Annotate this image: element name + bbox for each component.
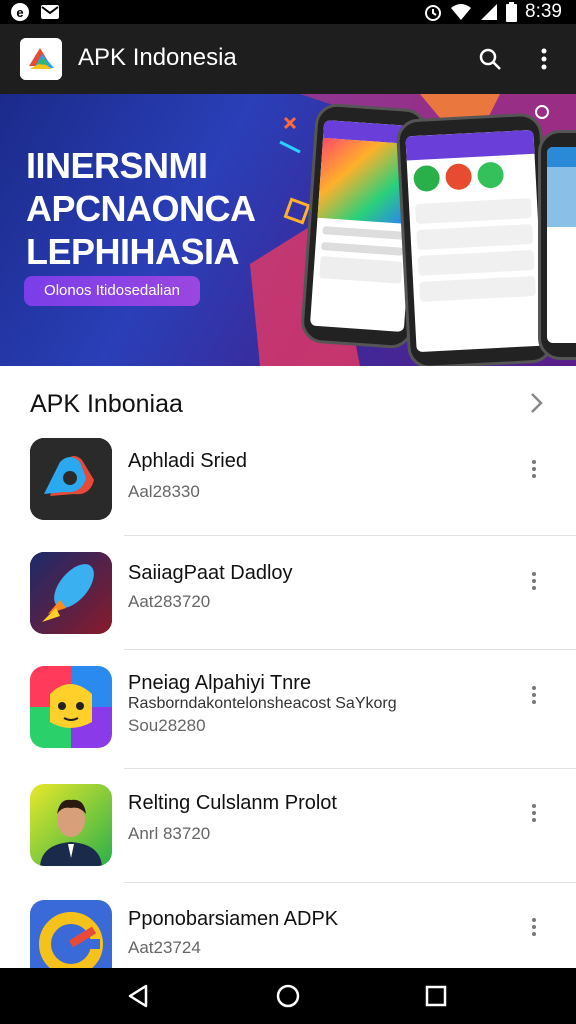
banner-line-3: LEPHIHASIA	[26, 231, 240, 272]
app-name: SaiiagPaat Dadloy	[128, 562, 293, 584]
more-vert-icon	[541, 48, 547, 70]
app-name: Pponobarsiamen ADPK	[128, 908, 339, 930]
wifi-icon	[451, 4, 472, 20]
app-icon	[30, 784, 112, 866]
item-menu-button[interactable]	[522, 798, 546, 828]
item-menu-button[interactable]	[522, 454, 546, 484]
app-meta: Aat23724	[128, 938, 201, 957]
signal-icon	[481, 4, 498, 20]
app-meta: Anrl 83720	[128, 824, 211, 843]
app-name: Aphladi Sried	[128, 450, 247, 472]
divider	[124, 882, 576, 883]
browser-notification-icon: e	[11, 3, 29, 21]
section-title: APK Inboniaa	[30, 390, 183, 418]
more-options-button[interactable]	[527, 42, 561, 76]
app-bar: APK Indonesia	[0, 24, 576, 94]
app-meta: Aal28330	[128, 482, 200, 501]
app-icon	[30, 666, 112, 748]
search-icon	[479, 48, 501, 70]
app-icon	[30, 552, 112, 634]
item-menu-button[interactable]	[522, 680, 546, 710]
banner-phone-2	[395, 112, 555, 366]
divider	[124, 768, 576, 769]
battery-icon	[506, 2, 518, 22]
system-nav-bar	[0, 968, 576, 1024]
banner-cta-button[interactable]: Olonos Itidosedalian	[24, 276, 200, 306]
divider	[124, 535, 576, 536]
home-button[interactable]	[274, 982, 302, 1010]
app-title: APK Indonesia	[78, 44, 237, 71]
item-menu-button[interactable]	[522, 912, 546, 942]
svg-text:e: e	[16, 5, 23, 20]
banner-line-2: APCNAONCA	[26, 188, 256, 229]
back-icon	[128, 984, 148, 1008]
status-time: 8:39	[525, 1, 562, 22]
recents-button[interactable]	[422, 982, 450, 1010]
section-more-button[interactable]	[526, 390, 548, 416]
list-item[interactable]: Aphladi Sried Aal28330	[0, 428, 576, 540]
home-icon	[276, 984, 300, 1008]
banner-line-1: IINERSNMI	[26, 145, 208, 186]
mail-icon	[41, 5, 59, 19]
app-meta: Sou28280	[128, 716, 206, 735]
list-item[interactable]: Pneiag Alpahiyi Tnre Rasborndakontelonsh…	[0, 654, 576, 769]
alarm-icon	[425, 5, 442, 21]
app-meta: Aat283720	[128, 592, 211, 611]
banner-phone-3	[538, 130, 576, 360]
recents-icon	[425, 985, 447, 1007]
app-name: Relting Culslanm Prolot	[128, 792, 337, 814]
app-logo-icon	[20, 38, 62, 80]
list-item[interactable]: SaiiagPaat Dadloy Aat283720	[0, 540, 576, 652]
chevron-right-icon	[531, 393, 543, 413]
back-button[interactable]	[124, 982, 152, 1010]
status-bar: e 8:39	[0, 0, 576, 24]
list-item[interactable]: Relting Culslanm Prolot Anrl 83720	[0, 772, 576, 884]
divider	[124, 649, 576, 650]
app-name: Pneiag Alpahiyi Tnre	[128, 672, 312, 694]
app-description: Rasborndakontelonsheacost SaYkorg	[128, 695, 397, 712]
item-menu-button[interactable]	[522, 566, 546, 596]
app-icon	[30, 438, 112, 520]
search-button[interactable]	[473, 42, 507, 76]
promo-banner[interactable]: IINERSNMI APCNAONCA LEPHIHASIA Olonos It…	[0, 94, 576, 366]
banner-headline: IINERSNMI APCNAONCA LEPHIHASIA	[26, 144, 256, 273]
